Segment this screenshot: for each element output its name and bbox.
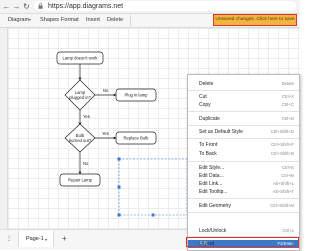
unsaved-changes-button[interactable]: Unsaved changes. Click here to save	[213, 14, 297, 26]
menu-insert[interactable]: Insert	[86, 16, 100, 24]
menu-item-shortcut: Ctrl+L	[282, 228, 294, 233]
node-plug-in-lamp[interactable]: Plug in lamp	[115, 88, 157, 102]
menu-diagram[interactable]: Diagram	[8, 16, 29, 24]
menu-item-shortcut: Ctrl+Shift+B	[270, 151, 294, 156]
menu-item-label: Edit Geometry	[199, 203, 231, 209]
url-text: https://app.diagrams.net	[48, 3, 124, 10]
menu-item-label: Delete	[199, 81, 214, 87]
menu-item-shortcut: Ctrl+D	[281, 116, 294, 121]
menu-item-shortcut: Ctrl+Shift+D	[270, 129, 294, 134]
menu-item-label: To Back	[199, 151, 217, 157]
back-arrow-icon[interactable]: ←	[2, 2, 11, 11]
pages-menu-icon[interactable]: ⋮	[6, 236, 12, 242]
menu-item-lock-unlock[interactable]: Lock/Unlock Ctrl+L	[188, 227, 299, 235]
node-start-label: Lamp doesn't work	[62, 56, 98, 61]
menu-item-label: Duplicate	[199, 116, 220, 122]
menu-item-edit-geometry[interactable]: Edit Geometry Ctrl+Shift+M	[188, 202, 299, 210]
menu-format[interactable]: Format	[61, 16, 79, 24]
menu-item-edit-style[interactable]: Edit Style... Ctrl+E	[188, 164, 299, 172]
menu-item-edit-link[interactable]: Edit Link... Alt+Shift+L	[188, 180, 299, 188]
chevron-down-icon[interactable]: ▾	[45, 236, 47, 243]
node-replace-bulb[interactable]: Replace Bulb	[115, 131, 157, 145]
node-decision-plugged-line2: plugged in?	[69, 95, 91, 100]
shapes-panel-collapsed[interactable]	[0, 28, 8, 229]
menu-item-duplicate[interactable]: Duplicate Ctrl+D	[188, 115, 299, 123]
reload-icon[interactable]: ↻	[22, 2, 31, 11]
forward-arrow-icon[interactable]: →	[12, 2, 21, 11]
page-tab-label: Page-1	[26, 236, 44, 242]
toolbar-divider	[130, 15, 131, 26]
menu-item-label: Cut	[199, 94, 207, 100]
menu-item-shortcut: Ctrl+X	[281, 94, 294, 99]
menu-item-shortcut: Alt+Shift+L	[272, 181, 294, 186]
edge-label-no: No	[103, 88, 109, 93]
menu-item-to-back[interactable]: To Back Ctrl+Shift+B	[188, 150, 299, 158]
menu-item-shortcut: Alt+Shift+T	[272, 189, 294, 194]
menu-item-shortcut: Ctrl+Shift+M	[270, 203, 294, 208]
edge-label-yes: Yes	[83, 114, 90, 119]
menu-divider	[188, 198, 299, 199]
annotation-highlight-box	[186, 237, 299, 247]
menu-divider	[188, 90, 299, 91]
resize-handle[interactable]	[117, 157, 121, 161]
menu-item-label: Copy	[199, 102, 211, 108]
node-replace-bulb-label: Replace Bulb	[124, 136, 150, 141]
resize-handle[interactable]	[151, 213, 155, 217]
menu-item-label: Lock/Unlock	[199, 228, 227, 234]
edge-label-yes-2: Yes	[102, 131, 109, 136]
menu-item-label: Edit Tooltip...	[199, 189, 228, 195]
menu-item-label: Set as Default Style	[199, 129, 243, 135]
selected-shape[interactable]	[117, 157, 188, 217]
menu-item-shortcut: Ctrl+Shift+F	[271, 142, 294, 147]
node-repair-lamp[interactable]: Repair Lamp	[59, 173, 101, 187]
menu-item-to-front[interactable]: To Front Ctrl+Shift+F	[188, 141, 299, 149]
menu-item-shortcut: Delete	[281, 81, 294, 86]
menu-item-label: Edit Data...	[199, 173, 224, 179]
menu-shapes[interactable]: Shapes	[40, 16, 59, 24]
menu-item-delete[interactable]: Delete Delete	[188, 80, 299, 88]
resize-handle[interactable]	[117, 213, 121, 217]
lock-icon	[38, 3, 43, 9]
node-repair-lamp-label: Repair Lamp	[68, 178, 93, 183]
resize-handle[interactable]	[117, 185, 121, 189]
add-page-button[interactable]: +	[62, 234, 67, 243]
menu-item-label: Edit Style...	[199, 165, 225, 171]
menu-delete[interactable]: Delete	[107, 16, 123, 24]
menu-item-label: To Front	[199, 142, 218, 148]
context-menu: Delete Delete Cut Ctrl+X Copy Ctrl+C Dup…	[187, 74, 300, 251]
menu-divider	[188, 125, 299, 126]
node-plug-in-lamp-label: Plug in lamp	[124, 93, 148, 98]
menu-item-edit-tooltip[interactable]: Edit Tooltip... Alt+Shift+T	[188, 188, 299, 196]
menu-item-shortcut: Ctrl+E	[281, 165, 294, 170]
menu-divider	[188, 111, 299, 112]
menu-item-set-default-style[interactable]: Set as Default Style Ctrl+Shift+D	[188, 128, 299, 136]
chevron-down-icon: ▾	[29, 17, 32, 22]
node-decision-bulb-line2: burned out?	[69, 138, 92, 143]
node-decision-plugged[interactable]: Lamp plugged in?	[64, 79, 96, 111]
edge-label-no-2: No	[83, 161, 89, 166]
menu-divider	[188, 138, 299, 139]
menu-item-copy[interactable]: Copy Ctrl+C	[188, 101, 299, 109]
menu-item-shortcut: Ctrl+C	[281, 102, 294, 107]
menu-divider	[188, 161, 299, 162]
menu-item-cut[interactable]: Cut Ctrl+X	[188, 93, 299, 101]
menu-item-edit-data[interactable]: Edit Data... Ctrl+M	[188, 172, 299, 180]
node-decision-bulb[interactable]: Bulb burned out?	[64, 123, 96, 153]
node-start[interactable]: Lamp doesn't work	[56, 51, 104, 65]
menu-divider	[188, 212, 299, 213]
menu-item-shortcut: Ctrl+M	[281, 173, 294, 178]
menu-item-label: Edit Link...	[199, 181, 223, 187]
